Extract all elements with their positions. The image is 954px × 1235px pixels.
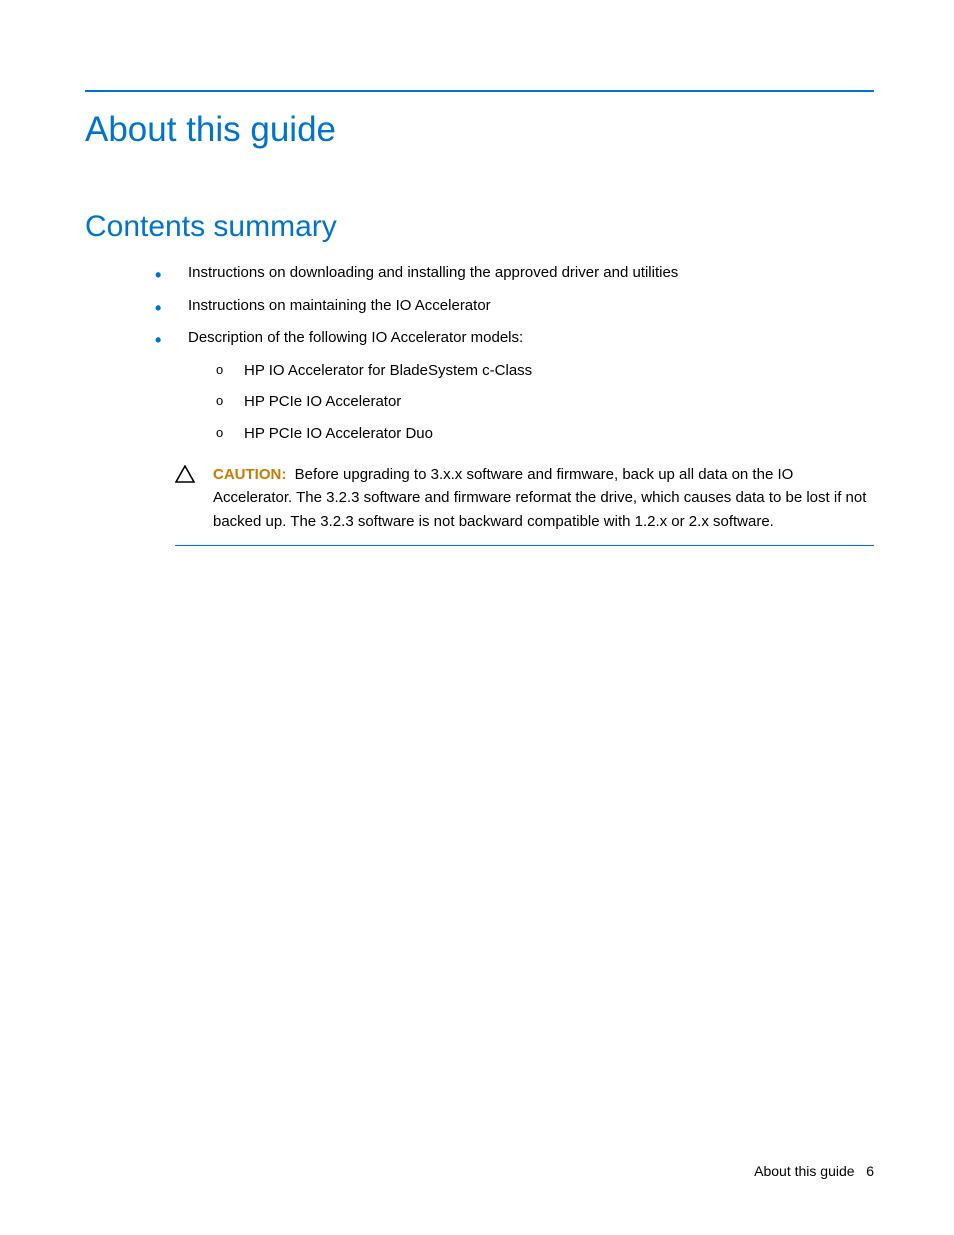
sub-list: HP IO Accelerator for BladeSystem c-Clas…	[188, 360, 874, 446]
sub-list-item: HP IO Accelerator for BladeSystem c-Clas…	[216, 360, 874, 383]
bullet-list: Instructions on downloading and installi…	[85, 262, 874, 445]
list-item-text: Instructions on downloading and installi…	[188, 264, 678, 281]
list-item: Instructions on maintaining the IO Accel…	[155, 295, 874, 318]
list-item-text: Instructions on maintaining the IO Accel…	[188, 297, 491, 314]
sub-list-item-text: HP IO Accelerator for BladeSystem c-Clas…	[244, 362, 532, 379]
top-rule	[85, 90, 874, 92]
caution-block: CAUTION: Before upgrading to 3.x.x softw…	[175, 463, 874, 546]
sub-list-item: HP PCIe IO Accelerator Duo	[216, 423, 874, 446]
caution-body: Before upgrading to 3.x.x software and f…	[213, 466, 866, 530]
page-footer: About this guide 6	[754, 1163, 874, 1179]
caution-text: CAUTION: Before upgrading to 3.x.x softw…	[213, 463, 874, 533]
footer-page-number: 6	[866, 1163, 874, 1179]
list-item: Instructions on downloading and installi…	[155, 262, 874, 285]
caution-label: CAUTION:	[213, 466, 286, 483]
section-title: Contents summary	[85, 210, 874, 244]
page-title: About this guide	[85, 110, 874, 150]
sub-list-item-text: HP PCIe IO Accelerator Duo	[244, 425, 433, 442]
list-item-text: Description of the following IO Accelera…	[188, 329, 523, 346]
footer-section: About this guide	[754, 1163, 854, 1179]
caution-triangle-icon	[175, 465, 195, 488]
sub-list-item-text: HP PCIe IO Accelerator	[244, 393, 401, 410]
list-item: Description of the following IO Accelera…	[155, 327, 874, 445]
sub-list-item: HP PCIe IO Accelerator	[216, 391, 874, 414]
